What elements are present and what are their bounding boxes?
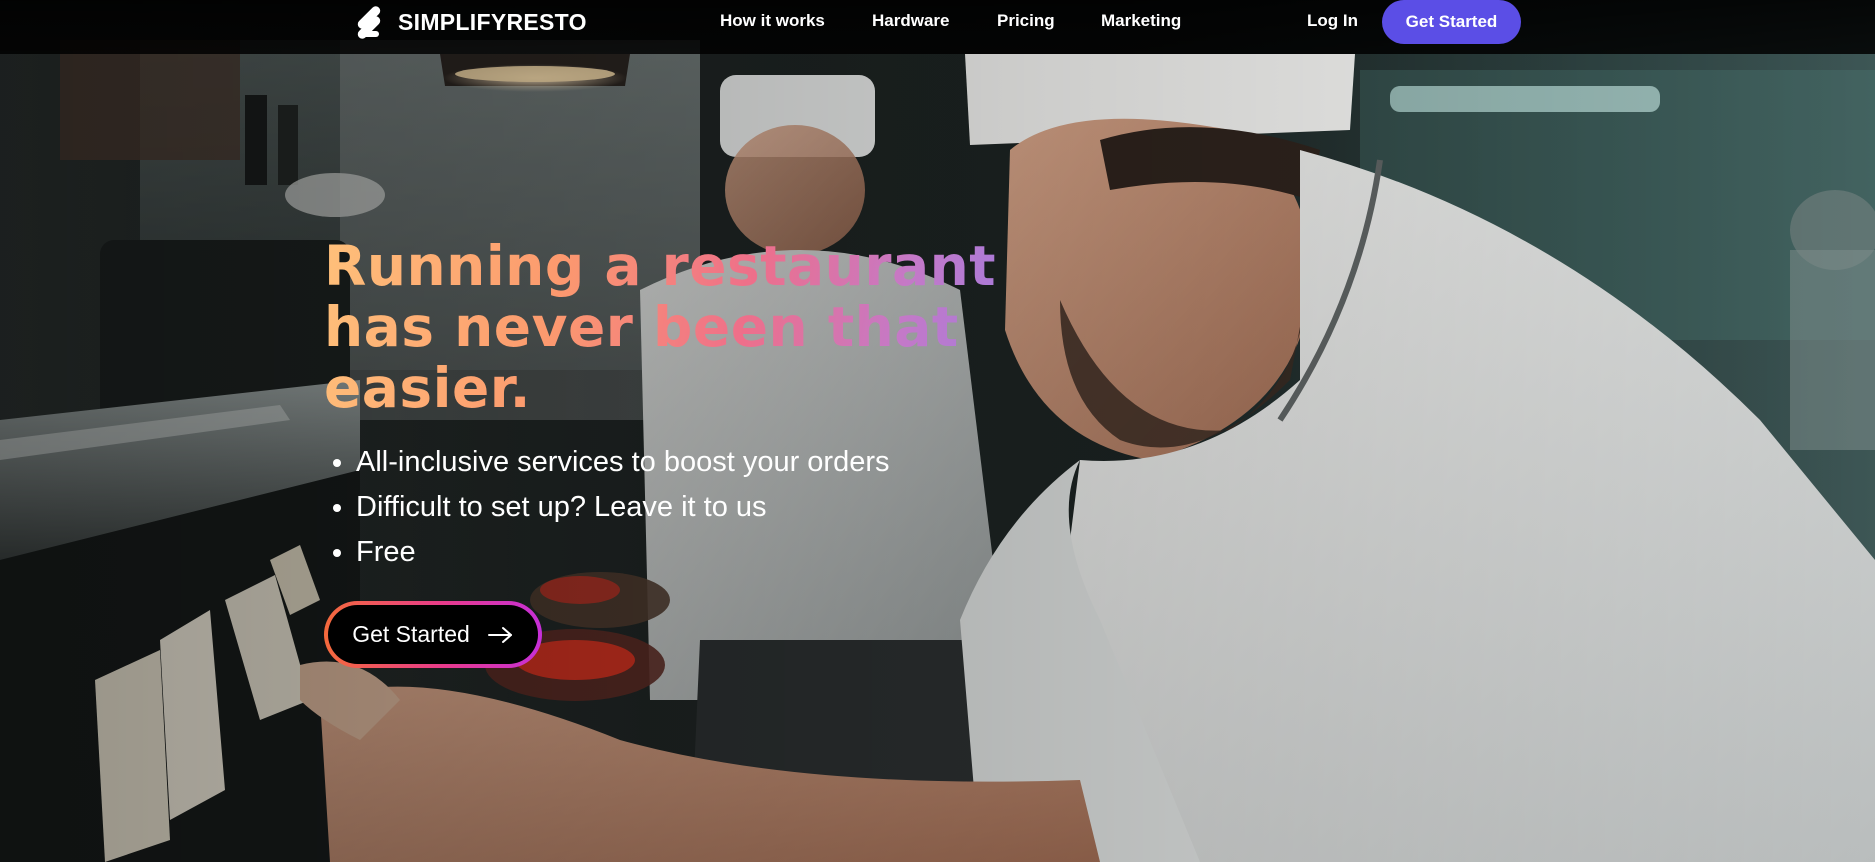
hero-get-started-button[interactable]: Get Started [324, 601, 542, 668]
hero-cta-label: Get Started [352, 621, 470, 647]
hero-bullet: Free [332, 530, 889, 575]
brand-name: SIMPLIFYRESTO [398, 8, 587, 35]
hero-bullet-list: All-inclusive services to boost your ord… [330, 440, 889, 575]
landing-page: SIMPLIFYRESTO How it works Hardware Pric… [0, 0, 1875, 862]
hero-bullet: Difficult to set up? Leave it to us [332, 485, 889, 530]
brand-logo[interactable]: SIMPLIFYRESTO [350, 4, 587, 40]
top-navbar: SIMPLIFYRESTO How it works Hardware Pric… [0, 0, 1875, 54]
nav-link-pricing[interactable]: Pricing [997, 11, 1055, 31]
logo-mark-icon [357, 6, 381, 39]
hero-bullet: All-inclusive services to boost your ord… [332, 440, 889, 485]
nav-get-started-button[interactable]: Get Started [1382, 0, 1521, 44]
hero-title-line: easier. [324, 356, 531, 420]
hero-cta-inner: Get Started [328, 605, 538, 664]
arrow-right-icon [487, 626, 512, 643]
nav-link-how-it-works[interactable]: How it works [720, 11, 825, 31]
hero-title-line: has never been that [324, 295, 959, 359]
kitchen-background-photo [0, 0, 1875, 862]
nav-link-marketing[interactable]: Marketing [1101, 11, 1181, 31]
hero-title-line: Running a restaurant [324, 234, 997, 298]
nav-link-hardware[interactable]: Hardware [872, 11, 949, 31]
login-link[interactable]: Log In [1307, 11, 1358, 31]
hero-title: Running a restaurant has never been that… [324, 236, 1084, 419]
